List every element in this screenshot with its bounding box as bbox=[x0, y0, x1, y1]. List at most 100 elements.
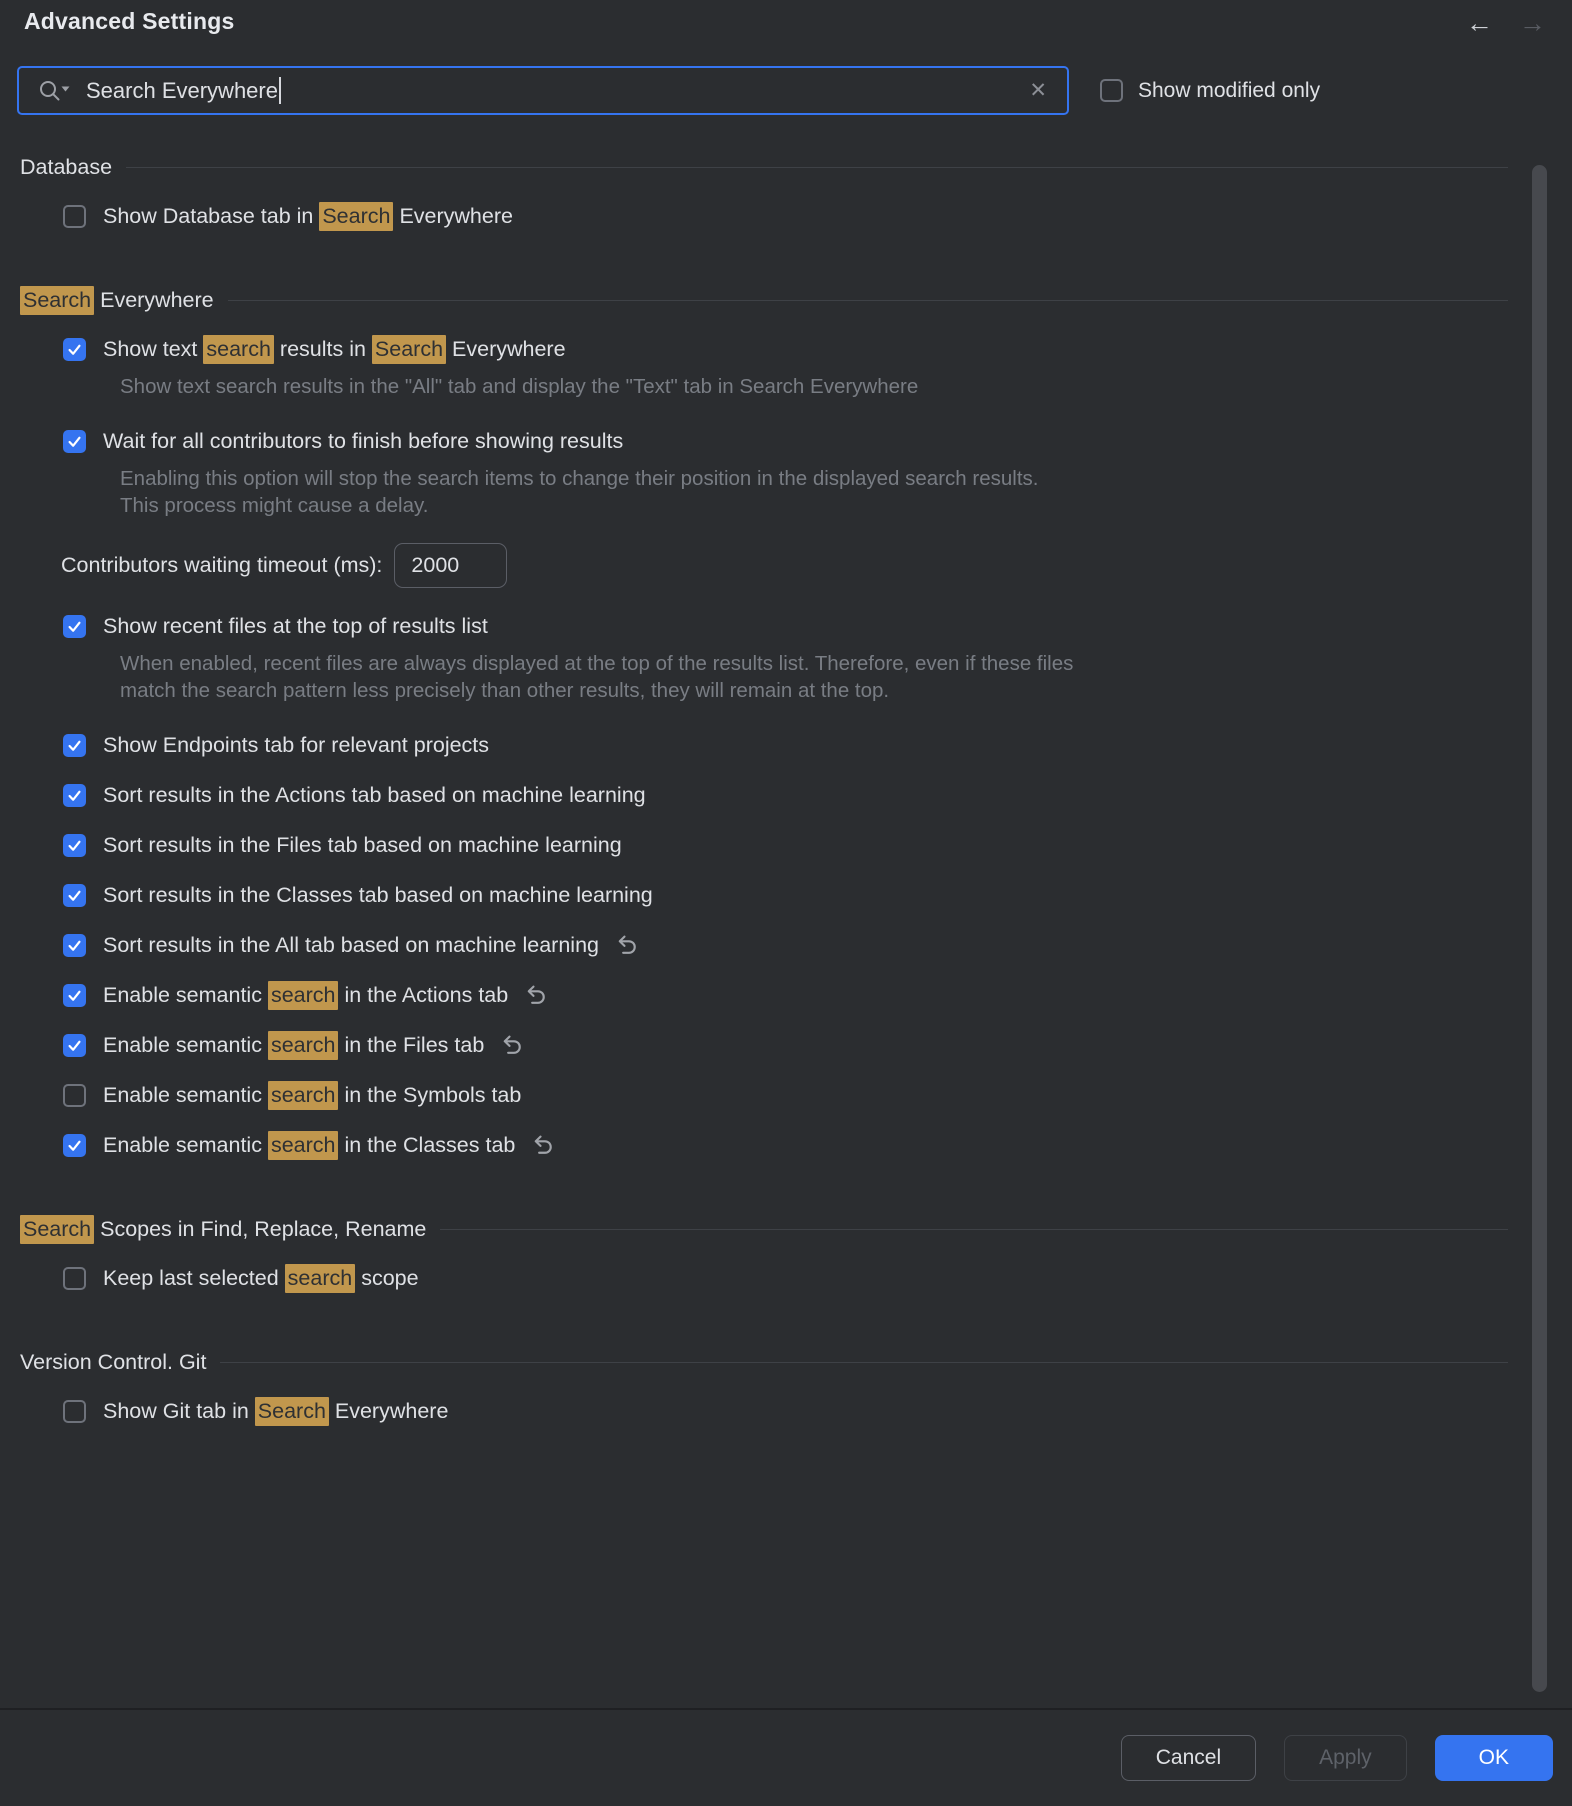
checkbox-unchecked[interactable] bbox=[63, 1267, 86, 1290]
checkbox-checked[interactable] bbox=[63, 884, 86, 907]
setting-row: Enable semantic search in the Files tab bbox=[18, 1028, 1532, 1063]
search-query-text[interactable]: Search Everywhere bbox=[86, 78, 278, 104]
setting-label[interactable]: Show Endpoints tab for relevant projects bbox=[103, 733, 489, 758]
checkbox-checked[interactable] bbox=[63, 984, 86, 1007]
clear-search-icon[interactable]: ✕ bbox=[1025, 76, 1051, 105]
checkbox-checked[interactable] bbox=[63, 1034, 86, 1057]
section-title: Search Everywhere bbox=[20, 288, 214, 313]
setting-label[interactable]: Enable semantic search in the Actions ta… bbox=[103, 983, 508, 1008]
setting-description-text: When enabled, recent files are always di… bbox=[120, 650, 1075, 704]
page-title: Advanced Settings bbox=[24, 8, 234, 35]
section-divider bbox=[228, 300, 1508, 301]
advanced-settings-dialog: Advanced Settings ← → Search Everywhere … bbox=[0, 0, 1572, 1806]
label-text: Keep last selected bbox=[103, 1266, 285, 1290]
checkbox-checked[interactable] bbox=[63, 734, 86, 757]
show-modified-only-control[interactable]: Show modified only bbox=[1100, 79, 1320, 103]
setting-label[interactable]: Show Git tab in Search Everywhere bbox=[103, 1399, 448, 1424]
setting-row: Show Git tab in Search Everywhere bbox=[18, 1394, 1532, 1429]
setting-row: Sort results in the Actions tab based on… bbox=[18, 778, 1532, 813]
checkbox-checked[interactable] bbox=[63, 834, 86, 857]
search-match-highlight: search bbox=[268, 1081, 339, 1110]
label-text: Show Database tab in bbox=[103, 204, 319, 228]
undo-icon[interactable] bbox=[499, 1033, 524, 1058]
label-text: in the Actions tab bbox=[338, 983, 508, 1007]
settings-section: Search Everywhere Show text search result… bbox=[18, 284, 1532, 1163]
label-text: Sort results in the Classes tab based on… bbox=[103, 883, 653, 907]
checkbox-checked[interactable] bbox=[63, 615, 86, 638]
setting-label[interactable]: Enable semantic search in the Symbols ta… bbox=[103, 1083, 521, 1108]
setting-description: Show text search results in the "All" ta… bbox=[18, 373, 1078, 400]
checkbox-checked[interactable] bbox=[63, 934, 86, 957]
label-text: Everywhere bbox=[94, 288, 214, 312]
setting-row: Show recent files at the top of results … bbox=[18, 609, 1532, 644]
timeout-input[interactable] bbox=[394, 543, 507, 588]
checkbox-unchecked[interactable] bbox=[63, 1400, 86, 1423]
label-text: Everywhere bbox=[393, 204, 513, 228]
setting-row: Wait for all contributors to finish befo… bbox=[18, 424, 1532, 459]
search-match-highlight: Search bbox=[20, 1215, 94, 1244]
setting-row: Show Endpoints tab for relevant projects bbox=[18, 728, 1532, 763]
cancel-button[interactable]: Cancel bbox=[1121, 1735, 1256, 1781]
setting-label[interactable]: Sort results in the All tab based on mac… bbox=[103, 933, 599, 958]
search-match-highlight: search bbox=[268, 981, 339, 1010]
setting-row: Show Database tab in Search Everywhere bbox=[18, 199, 1532, 234]
label-text: Show text bbox=[103, 337, 203, 361]
section-title: Database bbox=[20, 155, 112, 180]
label-text: Everywhere bbox=[329, 1399, 449, 1423]
section-title: Version Control. Git bbox=[20, 1350, 206, 1375]
apply-button: Apply bbox=[1284, 1735, 1407, 1781]
search-icon[interactable] bbox=[37, 78, 71, 104]
setting-label[interactable]: Sort results in the Classes tab based on… bbox=[103, 883, 653, 908]
label-text: in the Files tab bbox=[338, 1033, 484, 1057]
label-text: Scopes in Find, Replace, Rename bbox=[94, 1217, 426, 1241]
setting-row: Enable semantic search in the Symbols ta… bbox=[18, 1078, 1532, 1113]
section-title: Search Scopes in Find, Replace, Rename bbox=[20, 1217, 426, 1242]
section-header: Search Scopes in Find, Replace, Rename bbox=[18, 1213, 1532, 1245]
undo-icon[interactable] bbox=[530, 1133, 555, 1158]
setting-description: Enabling this option will stop the searc… bbox=[18, 465, 1078, 519]
setting-label[interactable]: Show text search results in Search Every… bbox=[103, 337, 566, 362]
show-modified-only-checkbox[interactable] bbox=[1100, 79, 1123, 102]
checkbox-checked[interactable] bbox=[63, 784, 86, 807]
setting-label[interactable]: Sort results in the Actions tab based on… bbox=[103, 783, 646, 808]
label-text: Show recent files at the top of results … bbox=[103, 614, 488, 638]
setting-description-text: Show text search results in the "All" ta… bbox=[120, 373, 1075, 400]
setting-label[interactable]: Show Database tab in Search Everywhere bbox=[103, 204, 513, 229]
settings-section: Version Control. Git Show Git tab in Sear… bbox=[18, 1346, 1532, 1429]
checkbox-checked[interactable] bbox=[63, 1134, 86, 1157]
checkbox-checked[interactable] bbox=[63, 430, 86, 453]
show-modified-only-label[interactable]: Show modified only bbox=[1138, 79, 1320, 103]
setting-description-text: Enabling this option will stop the searc… bbox=[120, 465, 1075, 519]
label-text: Enable semantic bbox=[103, 1033, 268, 1057]
undo-icon[interactable] bbox=[614, 933, 639, 958]
search-match-highlight: search bbox=[285, 1264, 356, 1293]
history-nav: ← → bbox=[1466, 10, 1546, 37]
setting-label[interactable]: Keep last selected search scope bbox=[103, 1266, 419, 1291]
setting-label[interactable]: Enable semantic search in the Files tab bbox=[103, 1033, 484, 1058]
setting-description: When enabled, recent files are always di… bbox=[18, 650, 1078, 704]
search-input[interactable]: Search Everywhere ✕ bbox=[17, 66, 1069, 115]
undo-icon[interactable] bbox=[523, 983, 548, 1008]
setting-label[interactable]: Show recent files at the top of results … bbox=[103, 614, 488, 639]
label-text: Wait for all contributors to finish befo… bbox=[103, 429, 623, 453]
label-text: in the Symbols tab bbox=[338, 1083, 521, 1107]
search-match-highlight: Search bbox=[20, 286, 94, 315]
checkbox-checked[interactable] bbox=[63, 338, 86, 361]
vertical-scrollbar[interactable] bbox=[1532, 165, 1547, 1692]
forward-arrow-icon: → bbox=[1519, 10, 1546, 37]
search-match-highlight: search bbox=[268, 1131, 339, 1160]
titlebar: Advanced Settings ← → bbox=[0, 0, 1572, 46]
label-text: Enable semantic bbox=[103, 1083, 268, 1107]
section-header: Version Control. Git bbox=[18, 1346, 1532, 1378]
label-text: Sort results in the All tab based on mac… bbox=[103, 933, 599, 957]
back-arrow-icon[interactable]: ← bbox=[1466, 10, 1493, 37]
setting-row: Sort results in the Files tab based on m… bbox=[18, 828, 1532, 863]
checkbox-unchecked[interactable] bbox=[63, 1084, 86, 1107]
label-text: scope bbox=[355, 1266, 418, 1290]
setting-label[interactable]: Enable semantic search in the Classes ta… bbox=[103, 1133, 515, 1158]
checkbox-unchecked[interactable] bbox=[63, 205, 86, 228]
setting-label[interactable]: Wait for all contributors to finish befo… bbox=[103, 429, 623, 454]
ok-button[interactable]: OK bbox=[1435, 1735, 1553, 1781]
section-header: Search Everywhere bbox=[18, 284, 1532, 316]
setting-label[interactable]: Sort results in the Files tab based on m… bbox=[103, 833, 622, 858]
